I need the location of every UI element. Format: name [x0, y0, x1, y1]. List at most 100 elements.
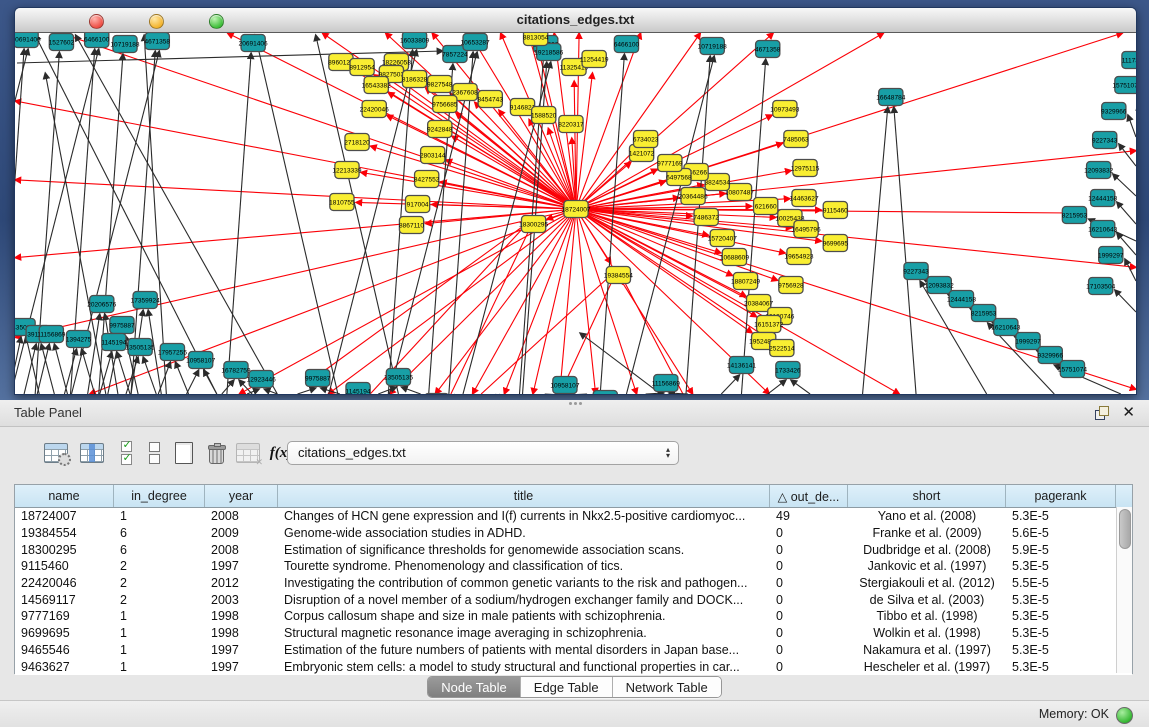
table-row[interactable]: 911546021997Tourette syndrome. Phenomeno…: [15, 558, 1132, 575]
column-header-year[interactable]: year: [205, 485, 278, 507]
graph-node[interactable]: 18807249: [731, 273, 760, 290]
split-pane-handle[interactable]: [569, 401, 581, 407]
graph-node[interactable]: 15751074: [1112, 77, 1136, 94]
graph-node[interactable]: 1145194: [346, 383, 371, 395]
column-header-pagerank[interactable]: pagerank: [1006, 485, 1116, 507]
graph-node[interactable]: 9777169: [657, 155, 683, 172]
graph-node[interactable]: 20691406: [15, 33, 41, 48]
table-selector-dropdown[interactable]: citations_edges.txt ▴▾: [287, 441, 679, 465]
graph-node[interactable]: 8454743: [477, 91, 503, 108]
graph-node[interactable]: 12093832: [1084, 162, 1113, 179]
graph-node[interactable]: 20206576: [87, 296, 116, 313]
graph-node[interactable]: 6466100: [614, 36, 640, 53]
graph-node[interactable]: 2803144: [420, 147, 446, 164]
graph-node[interactable]: 8215953: [1062, 207, 1088, 224]
graph-node[interactable]: 6466100: [84, 33, 110, 48]
graph-node[interactable]: 16210643: [1088, 221, 1117, 238]
graph-node[interactable]: 14136141: [727, 357, 756, 374]
graph-node[interactable]: 1145194: [101, 334, 126, 351]
graph-node[interactable]: 10958107: [550, 377, 579, 394]
network-window-titlebar[interactable]: citations_edges.txt: [15, 8, 1136, 33]
network-graph-canvas[interactable]: 2069140615276026466100107191884671358206…: [15, 33, 1136, 394]
graph-node[interactable]: 7486372: [693, 209, 719, 226]
graph-node[interactable]: 18300295: [519, 216, 548, 233]
graph-node[interactable]: 1810755: [329, 194, 355, 211]
graph-node[interactable]: 10719188: [110, 36, 139, 53]
table-row[interactable]: 1830029562008Estimation of significance …: [15, 541, 1132, 558]
table-row[interactable]: 977716911998Corpus callosum shape and si…: [15, 608, 1132, 625]
graph-node[interactable]: 16495796: [791, 221, 820, 238]
graph-node[interactable]: 15751074: [1058, 361, 1087, 378]
graph-node[interactable]: 20364486: [678, 188, 707, 205]
table-settings-button[interactable]: [42, 438, 70, 468]
graph-node[interactable]: 12444158: [947, 291, 976, 308]
tab-node-table[interactable]: Node Table: [428, 677, 521, 697]
graph-node[interactable]: 10958107: [186, 352, 215, 369]
table-row[interactable]: 2242004622012Investigating the contribut…: [15, 575, 1132, 592]
graph-node[interactable]: 8813054: [523, 33, 549, 46]
graph-node[interactable]: 16210643: [991, 319, 1020, 336]
graph-node[interactable]: 10653287: [461, 34, 490, 51]
graph-node[interactable]: 1117334: [1122, 52, 1136, 69]
graph-node[interactable]: 16782759: [591, 391, 620, 395]
graph-node[interactable]: 9329966: [1037, 347, 1063, 364]
graph-node[interactable]: 20691406: [239, 35, 268, 52]
table-row[interactable]: 1456911722003Disruption of a novel membe…: [15, 591, 1132, 608]
graph-node[interactable]: 17103504: [1086, 278, 1115, 295]
graph-node[interactable]: 1999297: [1015, 333, 1041, 350]
graph-node[interactable]: 4671358: [755, 41, 781, 58]
graph-node[interactable]: 8215953: [971, 305, 997, 322]
graph-node[interactable]: 9975887: [305, 370, 331, 387]
table-row[interactable]: 946554611997Estimation of the future num…: [15, 642, 1132, 659]
scrollbar-thumb[interactable]: [1119, 509, 1131, 549]
graph-node[interactable]: 17957255: [158, 344, 187, 361]
column-header-title[interactable]: title: [278, 485, 770, 507]
graph-node[interactable]: 10973493: [770, 101, 799, 118]
graph-node[interactable]: 9242848: [427, 121, 453, 138]
graph-node[interactable]: 1394275: [66, 331, 92, 348]
graph-node[interactable]: 8220317: [558, 116, 584, 133]
vertical-scrollbar[interactable]: [1116, 507, 1132, 673]
column-header-in_degree[interactable]: in_degree: [114, 485, 205, 507]
citation-network-graph[interactable]: 2069140615276026466100107191884671358206…: [15, 33, 1136, 394]
graph-node[interactable]: 10688609: [720, 249, 749, 266]
graph-node[interactable]: 19384554: [604, 267, 633, 284]
graph-node[interactable]: 9756685: [432, 96, 458, 113]
graph-node[interactable]: 10719188: [698, 38, 727, 55]
tab-edge-table[interactable]: Edge Table: [521, 677, 613, 697]
tab-network-table[interactable]: Network Table: [613, 677, 721, 697]
graph-node[interactable]: 16151372: [754, 316, 783, 333]
graph-node[interactable]: 1733426: [775, 362, 801, 379]
table-row[interactable]: 946362711997Embryonic stem cells: a mode…: [15, 658, 1132, 675]
graph-node[interactable]: 19654923: [784, 248, 813, 265]
graph-node[interactable]: 9827548: [427, 76, 453, 93]
graph-node[interactable]: 12213339: [332, 162, 361, 179]
select-all-button[interactable]: [112, 438, 140, 468]
column-header-short[interactable]: short: [848, 485, 1006, 507]
graph-node[interactable]: 15720407: [708, 230, 737, 247]
column-header-name[interactable]: name: [15, 485, 114, 507]
graph-node[interactable]: 8186328: [402, 71, 428, 88]
graph-node[interactable]: 9227343: [1092, 132, 1118, 149]
graph-node[interactable]: 7485063: [783, 131, 809, 148]
graph-node[interactable]: 18724007: [561, 201, 590, 218]
graph-node[interactable]: 14463627: [789, 190, 818, 207]
graph-node[interactable]: 9115460: [823, 202, 848, 219]
graph-node[interactable]: 8912954: [349, 59, 375, 76]
graph-node[interactable]: 6734023: [633, 131, 659, 148]
graph-node[interactable]: 1588520: [531, 107, 557, 124]
graph-node[interactable]: 621660: [754, 198, 778, 215]
graph-node[interactable]: 8867110: [399, 217, 424, 234]
graph-node[interactable]: 4671358: [145, 33, 171, 50]
graph-node[interactable]: 2522514: [769, 340, 795, 357]
deselect-all-button[interactable]: [140, 438, 168, 468]
graph-node[interactable]: 917004: [405, 196, 429, 213]
table-row[interactable]: 969969511998Structural magnetic resonanc…: [15, 625, 1132, 642]
column-header-out_de[interactable]: △ out_de...: [770, 485, 848, 507]
graph-node[interactable]: 12923446: [247, 371, 276, 388]
graph-node[interactable]: 9975887: [109, 317, 135, 334]
graph-node[interactable]: 12975115: [791, 160, 820, 177]
graph-node[interactable]: 16543382: [362, 77, 391, 94]
delete-table-button[interactable]: [202, 438, 230, 468]
graph-node[interactable]: 11156869: [652, 375, 681, 392]
